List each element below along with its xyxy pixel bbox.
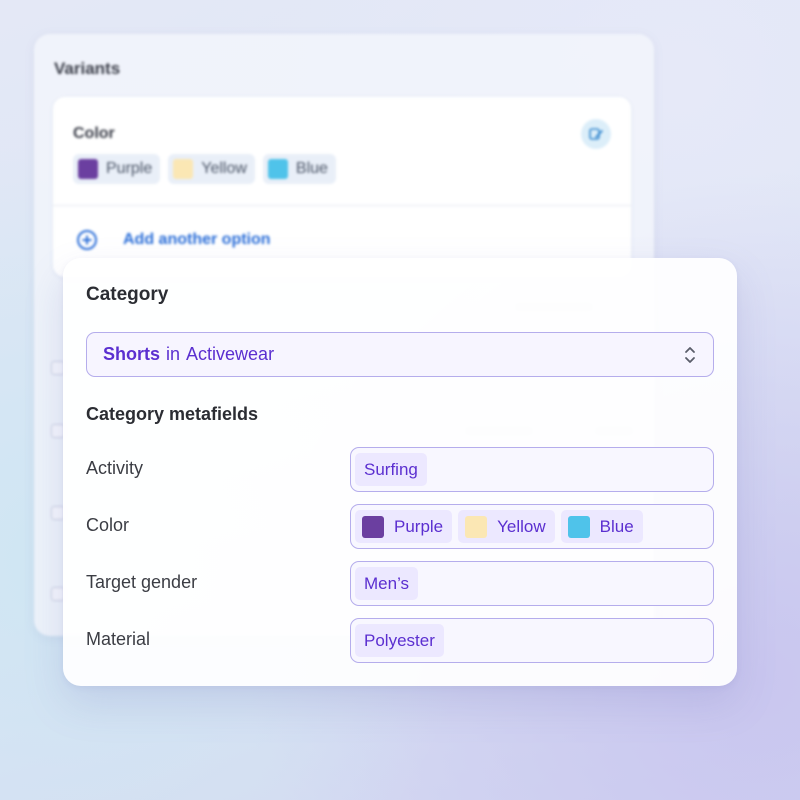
tag-label: Yellow — [497, 516, 546, 536]
metafield-value-tag[interactable]: Blue — [560, 510, 643, 543]
metafield-label-target-gender: Target gender — [86, 572, 198, 592]
category-select[interactable]: Shorts in Activewear — [86, 332, 714, 377]
metafield-field-target-gender[interactable]: Men’s — [350, 561, 714, 606]
color-swatch — [465, 515, 488, 538]
category-title: Category — [86, 284, 169, 305]
divider — [53, 205, 631, 206]
variants-title: Variants — [54, 59, 121, 78]
metafield-field-material[interactable]: Polyester — [350, 618, 714, 663]
color-swatch — [173, 159, 194, 179]
option-values-list: Purple Yellow Blue — [73, 154, 336, 184]
category-name: Shorts — [103, 344, 161, 364]
tag-label: Purple — [394, 516, 444, 536]
tag-label: Polyester — [364, 630, 435, 650]
metafield-value-tag[interactable]: Purple — [355, 510, 453, 543]
metafield-label-activity: Activity — [86, 458, 144, 478]
tag-label: Men’s — [364, 573, 410, 593]
color-swatch — [362, 515, 384, 538]
add-another-option-button[interactable]: Add another option — [77, 230, 271, 250]
option-value-label: Yellow — [201, 160, 247, 177]
option-value-label: Blue — [295, 160, 328, 177]
edit-option-icon[interactable] — [581, 119, 611, 149]
metafield-value-tag[interactable]: Men’s — [355, 567, 419, 600]
metafield-field-color[interactable]: Purple Yellow Blue — [350, 504, 714, 549]
category-parent: Activewear — [186, 344, 275, 364]
metafield-value-tag[interactable]: Yellow — [458, 510, 555, 543]
metafield-field-activity[interactable]: Surfing — [350, 447, 714, 492]
category-metafields-title: Category metafields — [86, 404, 259, 424]
variant-option-panel: Color Purple Yellow Blue Add another opt… — [53, 97, 631, 277]
metafield-value-tag[interactable]: Polyester — [355, 624, 444, 657]
add-another-option-label: Add another option — [123, 231, 271, 248]
option-name-label: Color — [73, 125, 115, 142]
color-swatch — [267, 159, 288, 179]
metafield-value-tag[interactable]: Surfing — [355, 453, 427, 486]
color-swatch — [567, 515, 590, 538]
metafield-label-material: Material — [86, 629, 151, 649]
color-swatch — [78, 159, 98, 179]
option-value-chip[interactable]: Blue — [262, 154, 336, 184]
add-circle-icon — [77, 230, 97, 250]
category-connector: in — [166, 344, 181, 364]
option-value-label: Purple — [106, 160, 153, 177]
option-value-chip[interactable]: Yellow — [168, 154, 255, 184]
chevron-up-down-icon — [685, 346, 695, 363]
tag-label: Surfing — [364, 459, 418, 479]
category-card: Category Shorts in Activewear Category m… — [63, 258, 737, 686]
option-value-chip[interactable]: Purple — [73, 154, 161, 184]
metafield-label-color: Color — [86, 515, 130, 535]
tag-label: Blue — [599, 516, 634, 536]
